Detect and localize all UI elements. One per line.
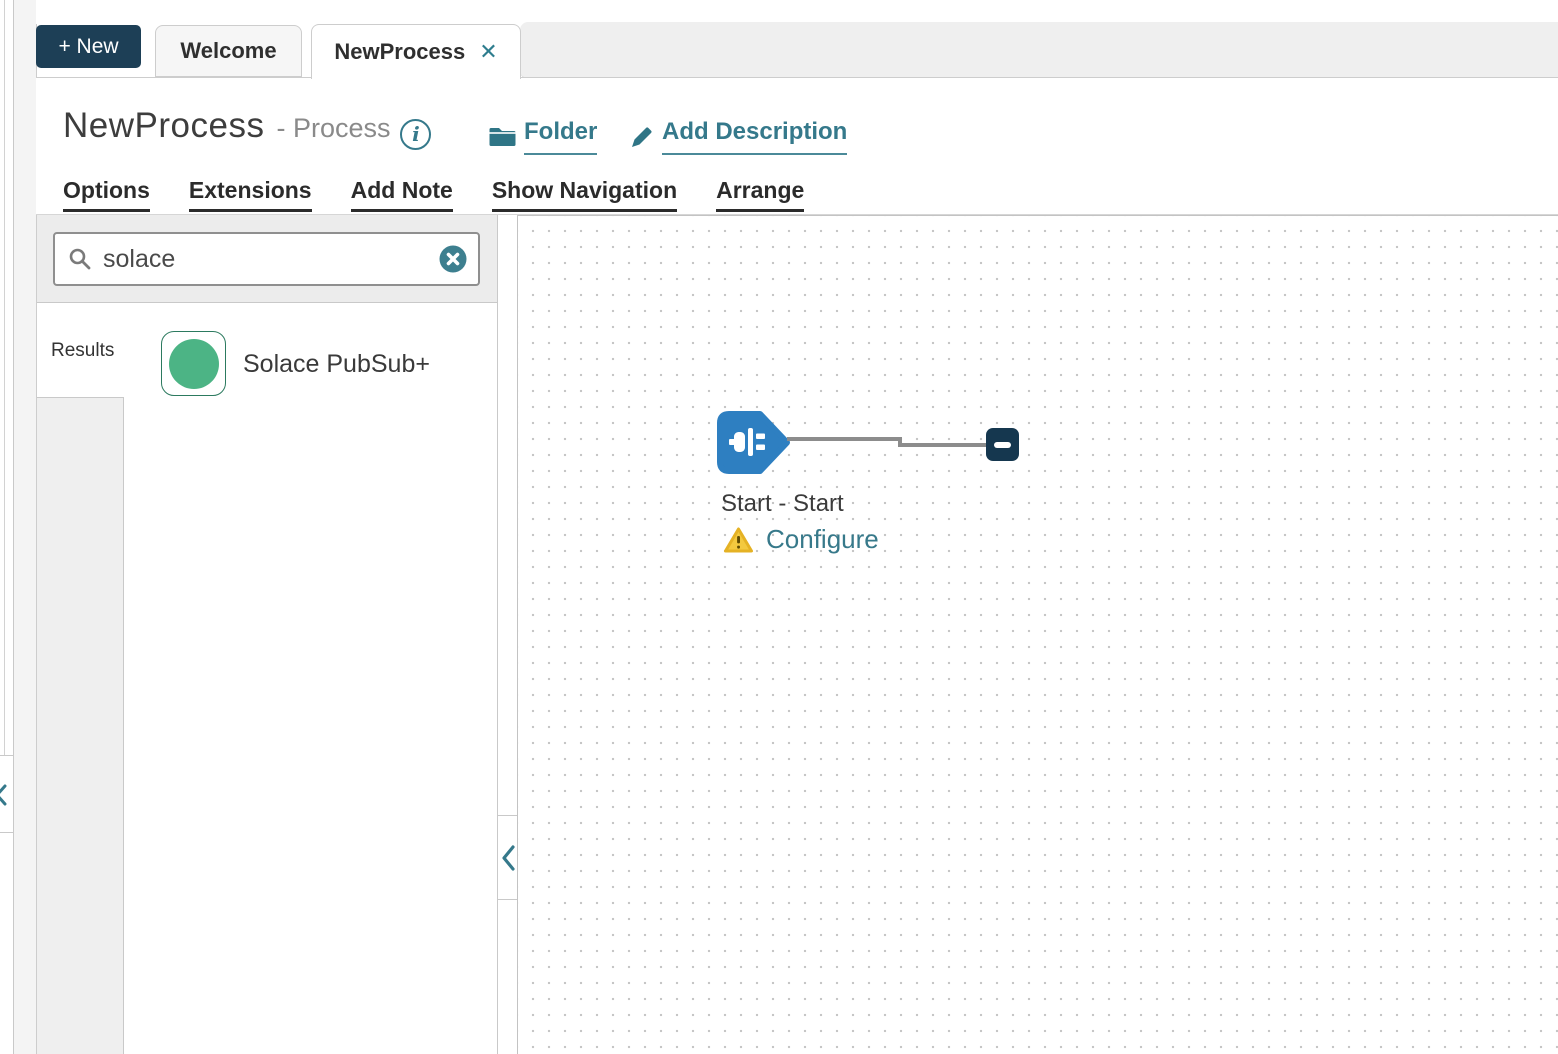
circle-x-icon <box>439 245 467 273</box>
menu-item-add-note[interactable]: Add Note <box>351 177 453 212</box>
process-menu: Options Extensions Add Note Show Navigat… <box>63 177 804 212</box>
tab-strip-background <box>520 22 1558 79</box>
process-canvas[interactable]: Start - Start Configure <box>517 215 1558 1054</box>
page-subtitle: - Process <box>276 113 390 144</box>
collapse-button-border <box>498 899 517 900</box>
sidebar-border <box>497 215 498 1054</box>
tab-newprocess-label: NewProcess <box>334 39 465 65</box>
solace-connector-icon <box>169 339 219 389</box>
process-header: NewProcess - Process i Folder Add Descri… <box>36 77 1558 215</box>
connector-segment[interactable] <box>900 443 988 447</box>
menu-item-show-navigation[interactable]: Show Navigation <box>492 177 677 212</box>
configure-row: Configure <box>723 524 879 555</box>
start-step-label: Start - Start <box>721 490 844 518</box>
add-description-link[interactable]: Add Description <box>630 118 847 155</box>
configure-link[interactable]: Configure <box>766 524 879 555</box>
exclamation-mark <box>737 536 740 543</box>
result-item-label[interactable]: Solace PubSub+ <box>243 350 430 379</box>
stop-endpoint-shape[interactable] <box>986 428 1019 461</box>
tab-close-icon[interactable]: ✕ <box>479 39 497 65</box>
search-value[interactable]: solace <box>103 245 439 274</box>
collapse-button-border <box>498 815 517 816</box>
page-title: NewProcess <box>63 106 264 146</box>
folder-icon <box>489 125 516 149</box>
sidebar-tab-column <box>37 397 124 1054</box>
search-icon <box>68 247 92 271</box>
clear-search-button[interactable] <box>439 245 467 273</box>
chevron-left-icon <box>0 783 9 807</box>
start-step-shape[interactable] <box>716 410 791 475</box>
new-button[interactable]: + New <box>36 25 141 68</box>
menu-item-options[interactable]: Options <box>63 177 150 212</box>
title-row: NewProcess - Process i <box>63 106 431 146</box>
results-tab-label: Results <box>51 340 114 362</box>
pencil-icon <box>630 125 654 149</box>
connector-segment[interactable] <box>787 437 900 441</box>
folder-link[interactable]: Folder <box>489 118 597 155</box>
folder-link-label: Folder <box>524 118 597 155</box>
tab-welcome[interactable]: Welcome <box>155 25 302 77</box>
outer-collapse-button[interactable] <box>0 755 13 833</box>
results-tab[interactable]: Results <box>37 304 124 397</box>
add-description-label: Add Description <box>662 118 847 155</box>
menu-item-arrange[interactable]: Arrange <box>716 177 804 212</box>
minus-icon <box>994 442 1011 448</box>
outer-panel-edge <box>4 0 5 755</box>
sidebar-collapse-button[interactable] <box>500 843 516 873</box>
menu-item-extensions[interactable]: Extensions <box>189 177 312 212</box>
result-item-icon[interactable] <box>161 331 226 396</box>
left-gutter <box>14 0 36 1054</box>
shape-search-section: solace <box>37 215 497 303</box>
app-window: + New Welcome NewProcess ✕ NewProcess - … <box>0 0 1558 1054</box>
tab-welcome-label: Welcome <box>180 38 276 64</box>
chevron-left-icon <box>500 843 516 873</box>
tab-newprocess[interactable]: NewProcess ✕ <box>311 24 521 79</box>
info-icon[interactable]: i <box>400 119 431 150</box>
warning-icon <box>723 526 754 554</box>
search-input[interactable]: solace <box>53 232 480 286</box>
